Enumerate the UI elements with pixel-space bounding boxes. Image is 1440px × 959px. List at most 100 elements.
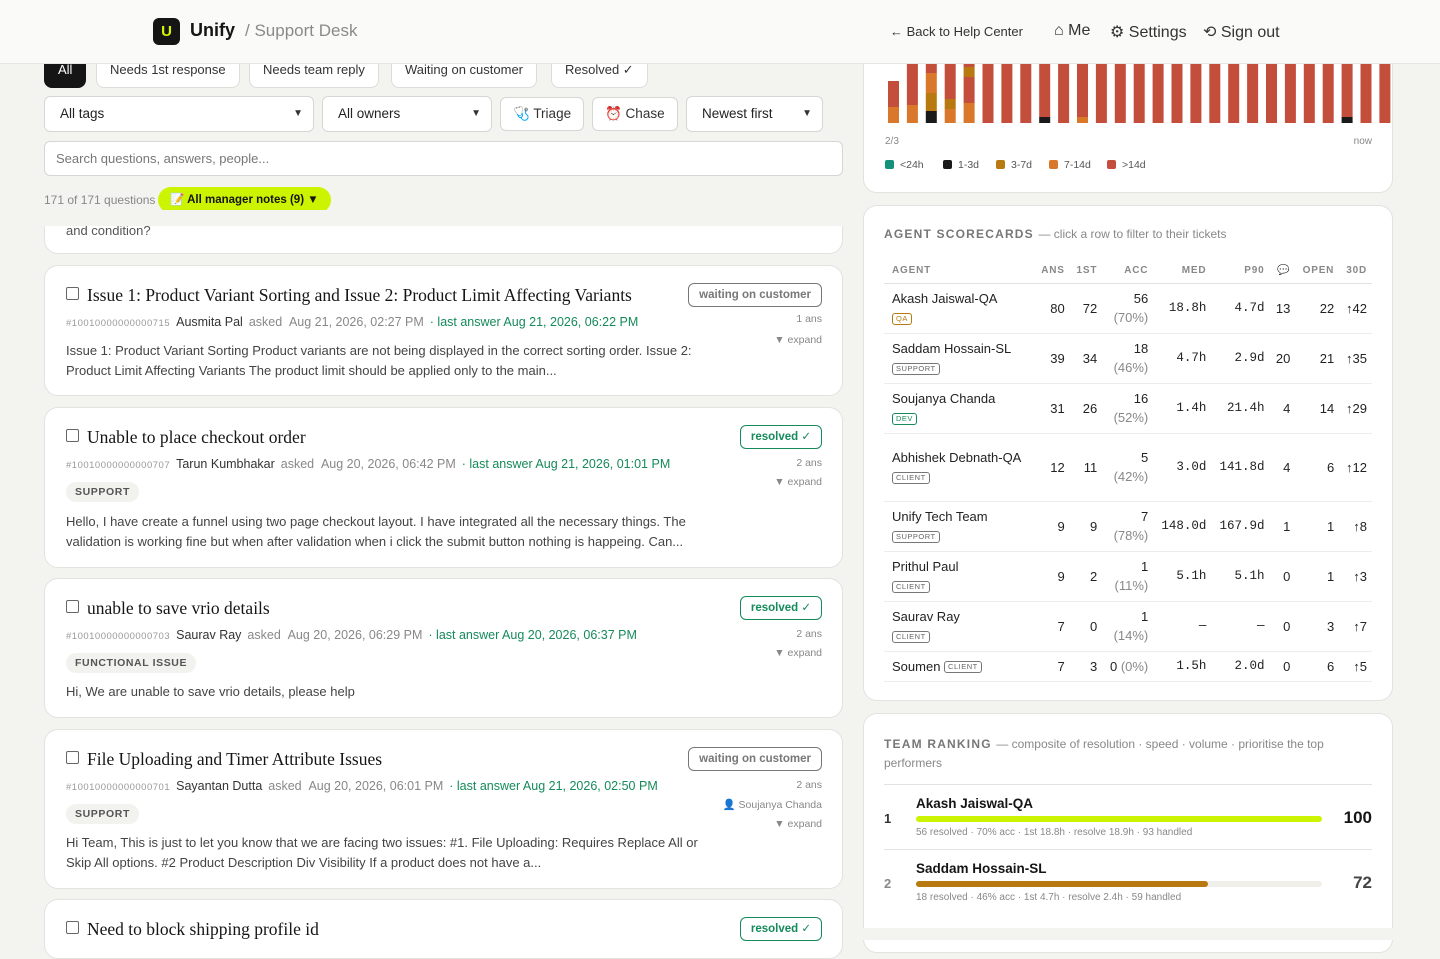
table-row[interactable]: Akash Jaiswal-QA QA 80 72 56 (70%) 18.8h 4.7d 13… xyxy=(884,283,1372,334)
me-link[interactable]: ⌂ Me xyxy=(1054,22,1090,40)
col-30d[interactable]: 30D xyxy=(1339,259,1372,284)
rank-agent-name[interactable]: Akash Jaiswal-QA xyxy=(916,796,1033,811)
ticket-card[interactable]: unable to save vrio details #10010000000… xyxy=(44,578,843,718)
agent-name[interactable]: Abhishek Debnath-QA xyxy=(892,450,1021,465)
sign-out-link[interactable]: ⟲ Sign out xyxy=(1203,22,1280,42)
agent-name[interactable]: Soumen xyxy=(892,659,940,674)
rank-agent-name[interactable]: Saddam Hossain-SL xyxy=(916,861,1047,876)
table-row[interactable]: Prithul Paul CLIENT 9 2 1 (11%) 5.1h 5.1h 0 1 ↑3 xyxy=(884,551,1372,602)
ranking-row[interactable]: 1 Akash Jaiswal-QA 56 resolved · 70% acc… xyxy=(884,784,1372,849)
ticket-checkbox[interactable] xyxy=(66,287,79,300)
assignee[interactable]: 👤 Soujanya Chanda xyxy=(723,798,822,811)
chart-x-start: 2/3 xyxy=(885,136,899,147)
owners-select[interactable]: All owners ▼ xyxy=(322,96,492,132)
legend-label: <24h xyxy=(900,159,924,171)
ticket-author[interactable]: Saurav Ray xyxy=(176,628,241,642)
ticket-id: #10010000000000701 xyxy=(66,782,171,793)
ticket-title[interactable]: Unable to place checkout order xyxy=(87,427,306,448)
ticket-author[interactable]: Sayantan Dutta xyxy=(176,779,262,793)
ranking-header: TEAM RANKING — composite of resolution ·… xyxy=(884,735,1364,773)
rank-score: 100 xyxy=(1343,808,1372,827)
expand-toggle[interactable]: ▼ expand xyxy=(774,647,822,659)
table-row[interactable]: Soujanya Chanda DEV 31 26 16 (52%) 1.4h 21.4h 4 1… xyxy=(884,383,1372,434)
ticket-asked: asked xyxy=(247,628,281,642)
ticket-checkbox[interactable] xyxy=(66,600,79,613)
expand-toggle[interactable]: ▼ expand xyxy=(774,476,822,488)
ranking-row[interactable]: 2 Saddam Hossain-SL 18 resolved · 46% ac… xyxy=(884,849,1372,914)
col-first[interactable]: 1ST xyxy=(1069,259,1103,284)
search-input[interactable]: Search questions, answers, people... xyxy=(44,141,843,176)
agent-name[interactable]: Saurav Ray xyxy=(892,609,960,624)
agent-cell[interactable]: Unify Tech Team SUPPORT xyxy=(884,501,1035,552)
table-row[interactable]: Saurav Ray CLIENT 7 0 1 (14%) — —0 3 ↑7 xyxy=(884,601,1372,652)
legend-label: 3-7d xyxy=(1011,159,1033,171)
open-cell: 6 xyxy=(1295,651,1340,682)
ticket-checkbox[interactable] xyxy=(66,751,79,764)
table-row[interactable]: Saddam Hossain-SL SUPPORT 39 34 18 (46%) 4.7h 2… xyxy=(884,333,1372,384)
ticket-checkbox[interactable] xyxy=(66,921,79,934)
trend-cell: ↑29 xyxy=(1339,383,1372,434)
ticket-asked: asked xyxy=(248,315,283,329)
chevron-down-icon: ▼ xyxy=(293,108,303,119)
unify-logo[interactable]: U xyxy=(153,18,180,45)
settings-link[interactable]: ⚙ Settings xyxy=(1110,22,1187,42)
ticket-tag[interactable]: SUPPORT xyxy=(66,804,139,824)
col-p90[interactable]: P90 xyxy=(1211,259,1270,284)
col-ans[interactable]: ANS xyxy=(1034,259,1070,284)
aging-bar-segment xyxy=(944,99,956,109)
agent-cell[interactable]: Saddam Hossain-SL SUPPORT xyxy=(884,333,1035,384)
ticket-author[interactable]: Ausmita Pal xyxy=(176,315,243,329)
col-acc[interactable]: ACC xyxy=(1102,259,1154,284)
ticket-title[interactable]: Issue 1: Product Variant Sorting and Iss… xyxy=(87,285,632,306)
ticket-tag[interactable]: FUNCTIONAL ISSUE xyxy=(66,653,197,673)
ticket-body: Hello, I have create a funnel using two … xyxy=(66,514,686,549)
acc-cell: 18 (46%) xyxy=(1102,333,1154,384)
ticket-tag[interactable]: SUPPORT xyxy=(66,482,139,502)
col-med[interactable]: MED xyxy=(1153,259,1212,284)
chase-button[interactable]: ⏰ Chase xyxy=(592,97,678,131)
table-row[interactable]: Abhishek Debnath-QA CLIENT 12 11 5 (42%) 3.0d 1… xyxy=(884,433,1372,502)
acc-cell: 0 (0%) xyxy=(1102,651,1154,682)
ticket-card[interactable]: Unable to place checkout order #10010000… xyxy=(44,407,843,568)
sort-select[interactable]: Newest first ▼ xyxy=(686,96,823,132)
col-open[interactable]: OPEN xyxy=(1295,259,1340,284)
table-row[interactable]: Unify Tech Team SUPPORT 9 9 7 (78%) 148.0d 167.… xyxy=(884,501,1372,552)
acc-count: 5 xyxy=(1141,450,1149,465)
aging-bar[interactable] xyxy=(888,81,899,123)
legend-swatch xyxy=(996,160,1005,169)
ticket-card[interactable]: Issue 1: Product Variant Sorting and Iss… xyxy=(44,265,843,396)
triage-button[interactable]: 🩺 Triage xyxy=(500,97,585,131)
aging-bar-segment xyxy=(925,111,937,123)
brand-name[interactable]: Unify xyxy=(190,20,235,41)
tags-select[interactable]: All tags ▼ xyxy=(44,96,314,132)
agent-name[interactable]: Prithul Paul xyxy=(892,559,958,574)
agent-name[interactable]: Soujanya Chanda xyxy=(892,391,995,406)
col-messages[interactable]: 💬 xyxy=(1269,259,1296,284)
open-cell: 21 xyxy=(1295,333,1340,384)
expand-toggle[interactable]: ▼ expand xyxy=(774,818,822,830)
agent-cell[interactable]: Prithul Paul CLIENT xyxy=(884,551,1035,602)
agent-cell[interactable]: Abhishek Debnath-QA CLIENT xyxy=(884,433,1035,502)
ticket-card[interactable]: File Uploading and Timer Attribute Issue… xyxy=(44,729,843,889)
ticket-title[interactable]: File Uploading and Timer Attribute Issue… xyxy=(87,749,382,770)
agent-cell[interactable]: Saurav Ray CLIENT xyxy=(884,601,1035,652)
first-cell: 34 xyxy=(1069,333,1103,384)
ticket-title[interactable]: Need to block shipping profile id xyxy=(87,919,319,940)
agent-name[interactable]: Akash Jaiswal-QA xyxy=(892,291,997,306)
first-cell: 9 xyxy=(1069,501,1103,552)
agent-cell[interactable]: Soujanya Chanda DEV xyxy=(884,383,1035,434)
agent-cell[interactable]: Soumen CLIENT xyxy=(884,651,1035,682)
list-fade xyxy=(44,210,843,226)
col-agent[interactable]: AGENT xyxy=(884,259,1035,284)
table-row[interactable]: Soumen CLIENT 7 3 0 (0%) 1.5h 2.0d 0 6 ↑5 xyxy=(884,651,1372,682)
ticket-checkbox[interactable] xyxy=(66,429,79,442)
back-to-help-center-link[interactable]: ← Back to Help Center xyxy=(890,24,1023,39)
ticket-title[interactable]: unable to save vrio details xyxy=(87,598,270,619)
ticket-card[interactable]: Need to block shipping profile id resolv… xyxy=(44,899,843,959)
ticket-author[interactable]: Tarun Kumbhakar xyxy=(176,457,275,471)
agent-name[interactable]: Unify Tech Team xyxy=(892,509,988,524)
acc-cell: 1 (14%) xyxy=(1102,601,1154,652)
agent-cell[interactable]: Akash Jaiswal-QA QA xyxy=(884,283,1035,334)
expand-toggle[interactable]: ▼ expand xyxy=(774,334,822,346)
agent-name[interactable]: Saddam Hossain-SL xyxy=(892,341,1011,356)
